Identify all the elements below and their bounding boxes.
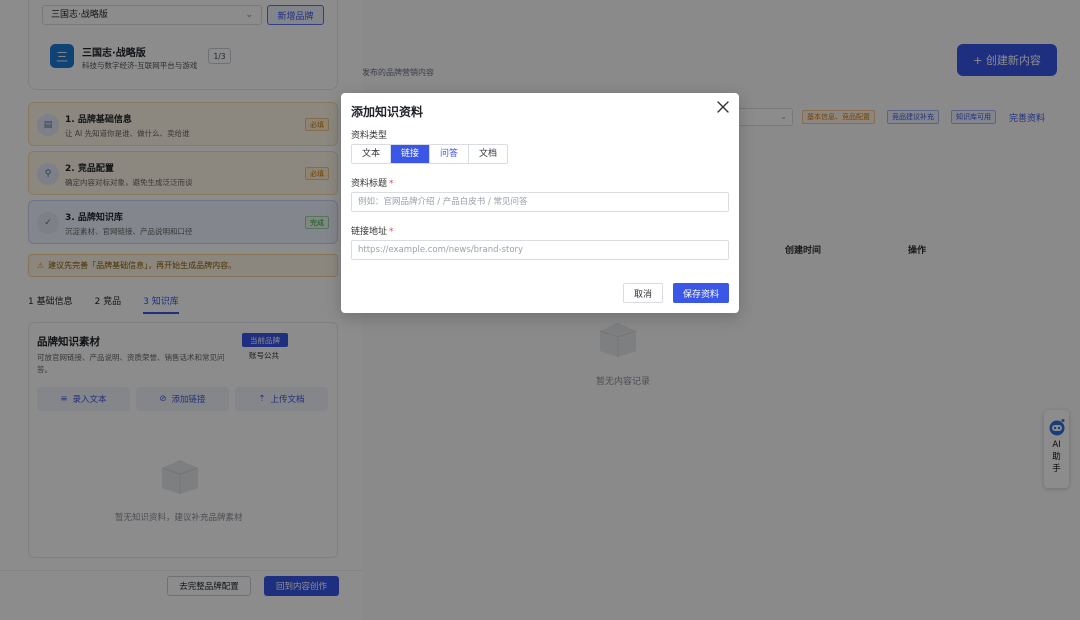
dialog-title: 添加知识资料 — [351, 105, 424, 119]
type-option-link[interactable]: 链接 — [391, 145, 431, 163]
type-option-text[interactable]: 文本 — [352, 145, 392, 163]
save-button[interactable]: 保存资料 — [673, 283, 729, 303]
url-label-text: 链接地址 — [351, 227, 388, 237]
url-input[interactable] — [351, 240, 729, 260]
url-field-label: 链接地址 * — [351, 224, 394, 237]
cancel-button[interactable]: 取消 — [623, 283, 663, 303]
add-knowledge-dialog: 添加知识资料 资料类型 文本 链接 问答 文档 资料标题* 链接地址* 取消 保… — [341, 93, 739, 313]
close-icon[interactable] — [716, 100, 730, 114]
type-option-document[interactable]: 文档 — [469, 145, 507, 163]
type-option-qa[interactable]: 问答 — [430, 145, 470, 163]
title-label-text: 资料标题 — [351, 179, 388, 189]
required-mark: * — [389, 227, 394, 237]
required-mark: * — [389, 179, 394, 189]
type-selector: 文本 链接 问答 文档 — [351, 144, 509, 164]
type-label: 资料类型 — [351, 131, 388, 141]
title-input[interactable] — [351, 192, 729, 212]
title-field-label: 资料标题 * — [351, 176, 394, 189]
